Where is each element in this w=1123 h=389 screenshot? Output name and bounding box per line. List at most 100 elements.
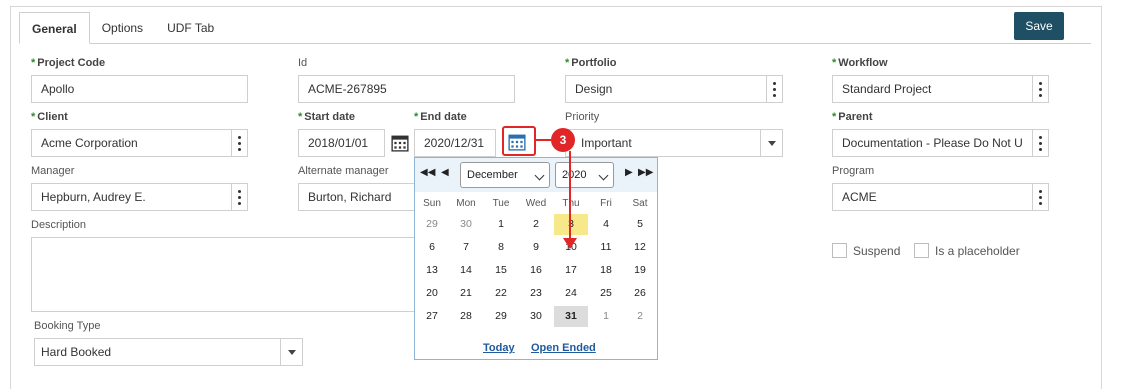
placeholder-checkbox[interactable] [914,243,929,258]
prev-month-icon[interactable]: ◀ [441,167,449,178]
calendar-day[interactable]: 30 [449,214,483,235]
prev-year-icon[interactable]: ◀◀ [420,167,435,178]
calendar-day[interactable]: 30 [519,306,553,327]
suspend-checkbox-row[interactable]: Suspend [832,243,900,258]
booking-type-select[interactable]: Hard Booked [34,338,303,366]
priority-label: Priority [565,111,600,123]
program-value: ACME [842,190,877,204]
tab-options[interactable]: Options [90,12,155,44]
tab-general[interactable]: General [19,12,90,44]
program-field[interactable]: ACME [832,183,1049,211]
weekday-label: Sun [423,198,441,209]
id-label: Id [298,57,308,69]
start-date-calendar-icon[interactable] [391,134,409,152]
calendar-day[interactable]: 4 [589,214,623,235]
calendar-day[interactable]: 22 [484,283,518,304]
calendar-day[interactable]: 2 [623,306,657,327]
calendar-day[interactable]: 9 [519,237,553,258]
client-label: * Client [31,111,68,123]
calendar-day[interactable]: 1 [484,214,518,235]
calendar-day[interactable]: 11 [589,237,623,258]
parent-value: Documentation - Please Do Not U [842,136,1023,150]
parent-field[interactable]: Documentation - Please Do Not U [832,129,1049,157]
portfolio-value: Design [575,82,613,96]
calendar-day[interactable]: 5 [623,214,657,235]
calendar-day[interactable]: 12 [623,237,657,258]
project-code-label: * Project Code [31,57,106,69]
calendar-day[interactable]: 2 [519,214,553,235]
end-date-input[interactable]: 2020/12/31 [414,129,496,157]
calendar-day-today[interactable]: 3 [554,214,588,235]
program-label: Program [832,165,875,177]
calendar-day[interactable]: 24 [554,283,588,304]
calendar-day[interactable]: 18 [589,260,623,281]
priority-select[interactable]: Important [565,129,783,157]
weekday-label: Fri [600,198,612,209]
right-margin [1102,0,1123,389]
calendar-day[interactable]: 7 [449,237,483,258]
weekday-label: Thu [554,198,588,209]
program-menu-icon[interactable] [1032,184,1048,210]
calendar-day[interactable]: 16 [519,260,553,281]
month-select[interactable]: December [460,162,550,188]
priority-value: Important [581,136,632,150]
client-menu-icon[interactable] [231,130,247,156]
workflow-field[interactable]: Standard Project [832,75,1049,103]
calendar-day[interactable]: 28 [449,306,483,327]
placeholder-checkbox-row[interactable]: Is a placeholder [914,243,1020,258]
next-month-icon[interactable]: ▶ [625,167,633,178]
id-input[interactable]: ACME-267895 [298,75,515,103]
priority-chevron-down-icon[interactable] [760,130,782,156]
calendar-day[interactable]: 20 [415,283,449,304]
parent-label: * Parent [832,111,873,123]
year-select[interactable]: 2020 [555,162,614,188]
manager-label: Manager [31,165,75,177]
portfolio-field[interactable]: Design [565,75,783,103]
calendar-day[interactable]: 29 [484,306,518,327]
calendar-day[interactable]: 13 [415,260,449,281]
suspend-checkbox[interactable] [832,243,847,258]
placeholder-label: Is a placeholder [935,243,1020,258]
weekday-label: Tue [492,198,510,209]
callout-arrow-head-icon [563,238,577,249]
calendar-day[interactable]: 8 [484,237,518,258]
calendar-day[interactable]: 23 [519,283,553,304]
calendar-day[interactable]: 1 [589,306,623,327]
booking-type-chevron-down-icon[interactable] [280,339,302,365]
tab-bar: General Options UDF Tab [19,12,226,44]
suspend-label: Suspend [853,243,901,258]
calendar-day[interactable]: 29 [415,214,449,235]
workflow-menu-icon[interactable] [1032,76,1048,102]
client-field[interactable]: Acme Corporation [31,129,248,157]
client-value: Acme Corporation [41,136,138,150]
weekday-label: Wed [525,198,547,209]
start-date-label: * Start date [298,111,356,123]
next-year-icon[interactable]: ▶▶ [638,167,653,178]
today-link[interactable]: Today [483,342,515,354]
calendar-day[interactable]: 21 [449,283,483,304]
parent-menu-icon[interactable] [1032,130,1048,156]
calendar-day[interactable]: 6 [415,237,449,258]
portfolio-label: * Portfolio [565,57,617,69]
save-button[interactable]: Save [1014,12,1064,40]
manager-value: Hepburn, Audrey E. [41,190,146,204]
calendar-day-selected[interactable]: 31 [554,306,588,327]
open-ended-link[interactable]: Open Ended [531,342,596,354]
calendar-day[interactable]: 26 [623,283,657,304]
calendar-day[interactable]: 25 [589,283,623,304]
calendar-day[interactable]: 17 [554,260,588,281]
workflow-value: Standard Project [842,82,932,96]
date-picker-popup: ◀◀ ◀ December 2020 ▶ ▶▶ Sun Mon Tue Wed … [414,157,658,360]
calendar-day[interactable]: 19 [623,260,657,281]
calendar-day[interactable]: 14 [449,260,483,281]
end-date-label: * End date [414,111,467,123]
calendar-day[interactable]: 15 [484,260,518,281]
tab-udf[interactable]: UDF Tab [155,12,226,44]
calendar-day[interactable]: 27 [415,306,449,327]
project-code-input[interactable]: Apollo [31,75,248,103]
manager-field[interactable]: Hepburn, Audrey E. [31,183,248,211]
callout-number-badge: 3 [551,128,575,152]
start-date-input[interactable]: 2018/01/01 [298,129,385,157]
manager-menu-icon[interactable] [231,184,247,210]
portfolio-menu-icon[interactable] [766,76,782,102]
